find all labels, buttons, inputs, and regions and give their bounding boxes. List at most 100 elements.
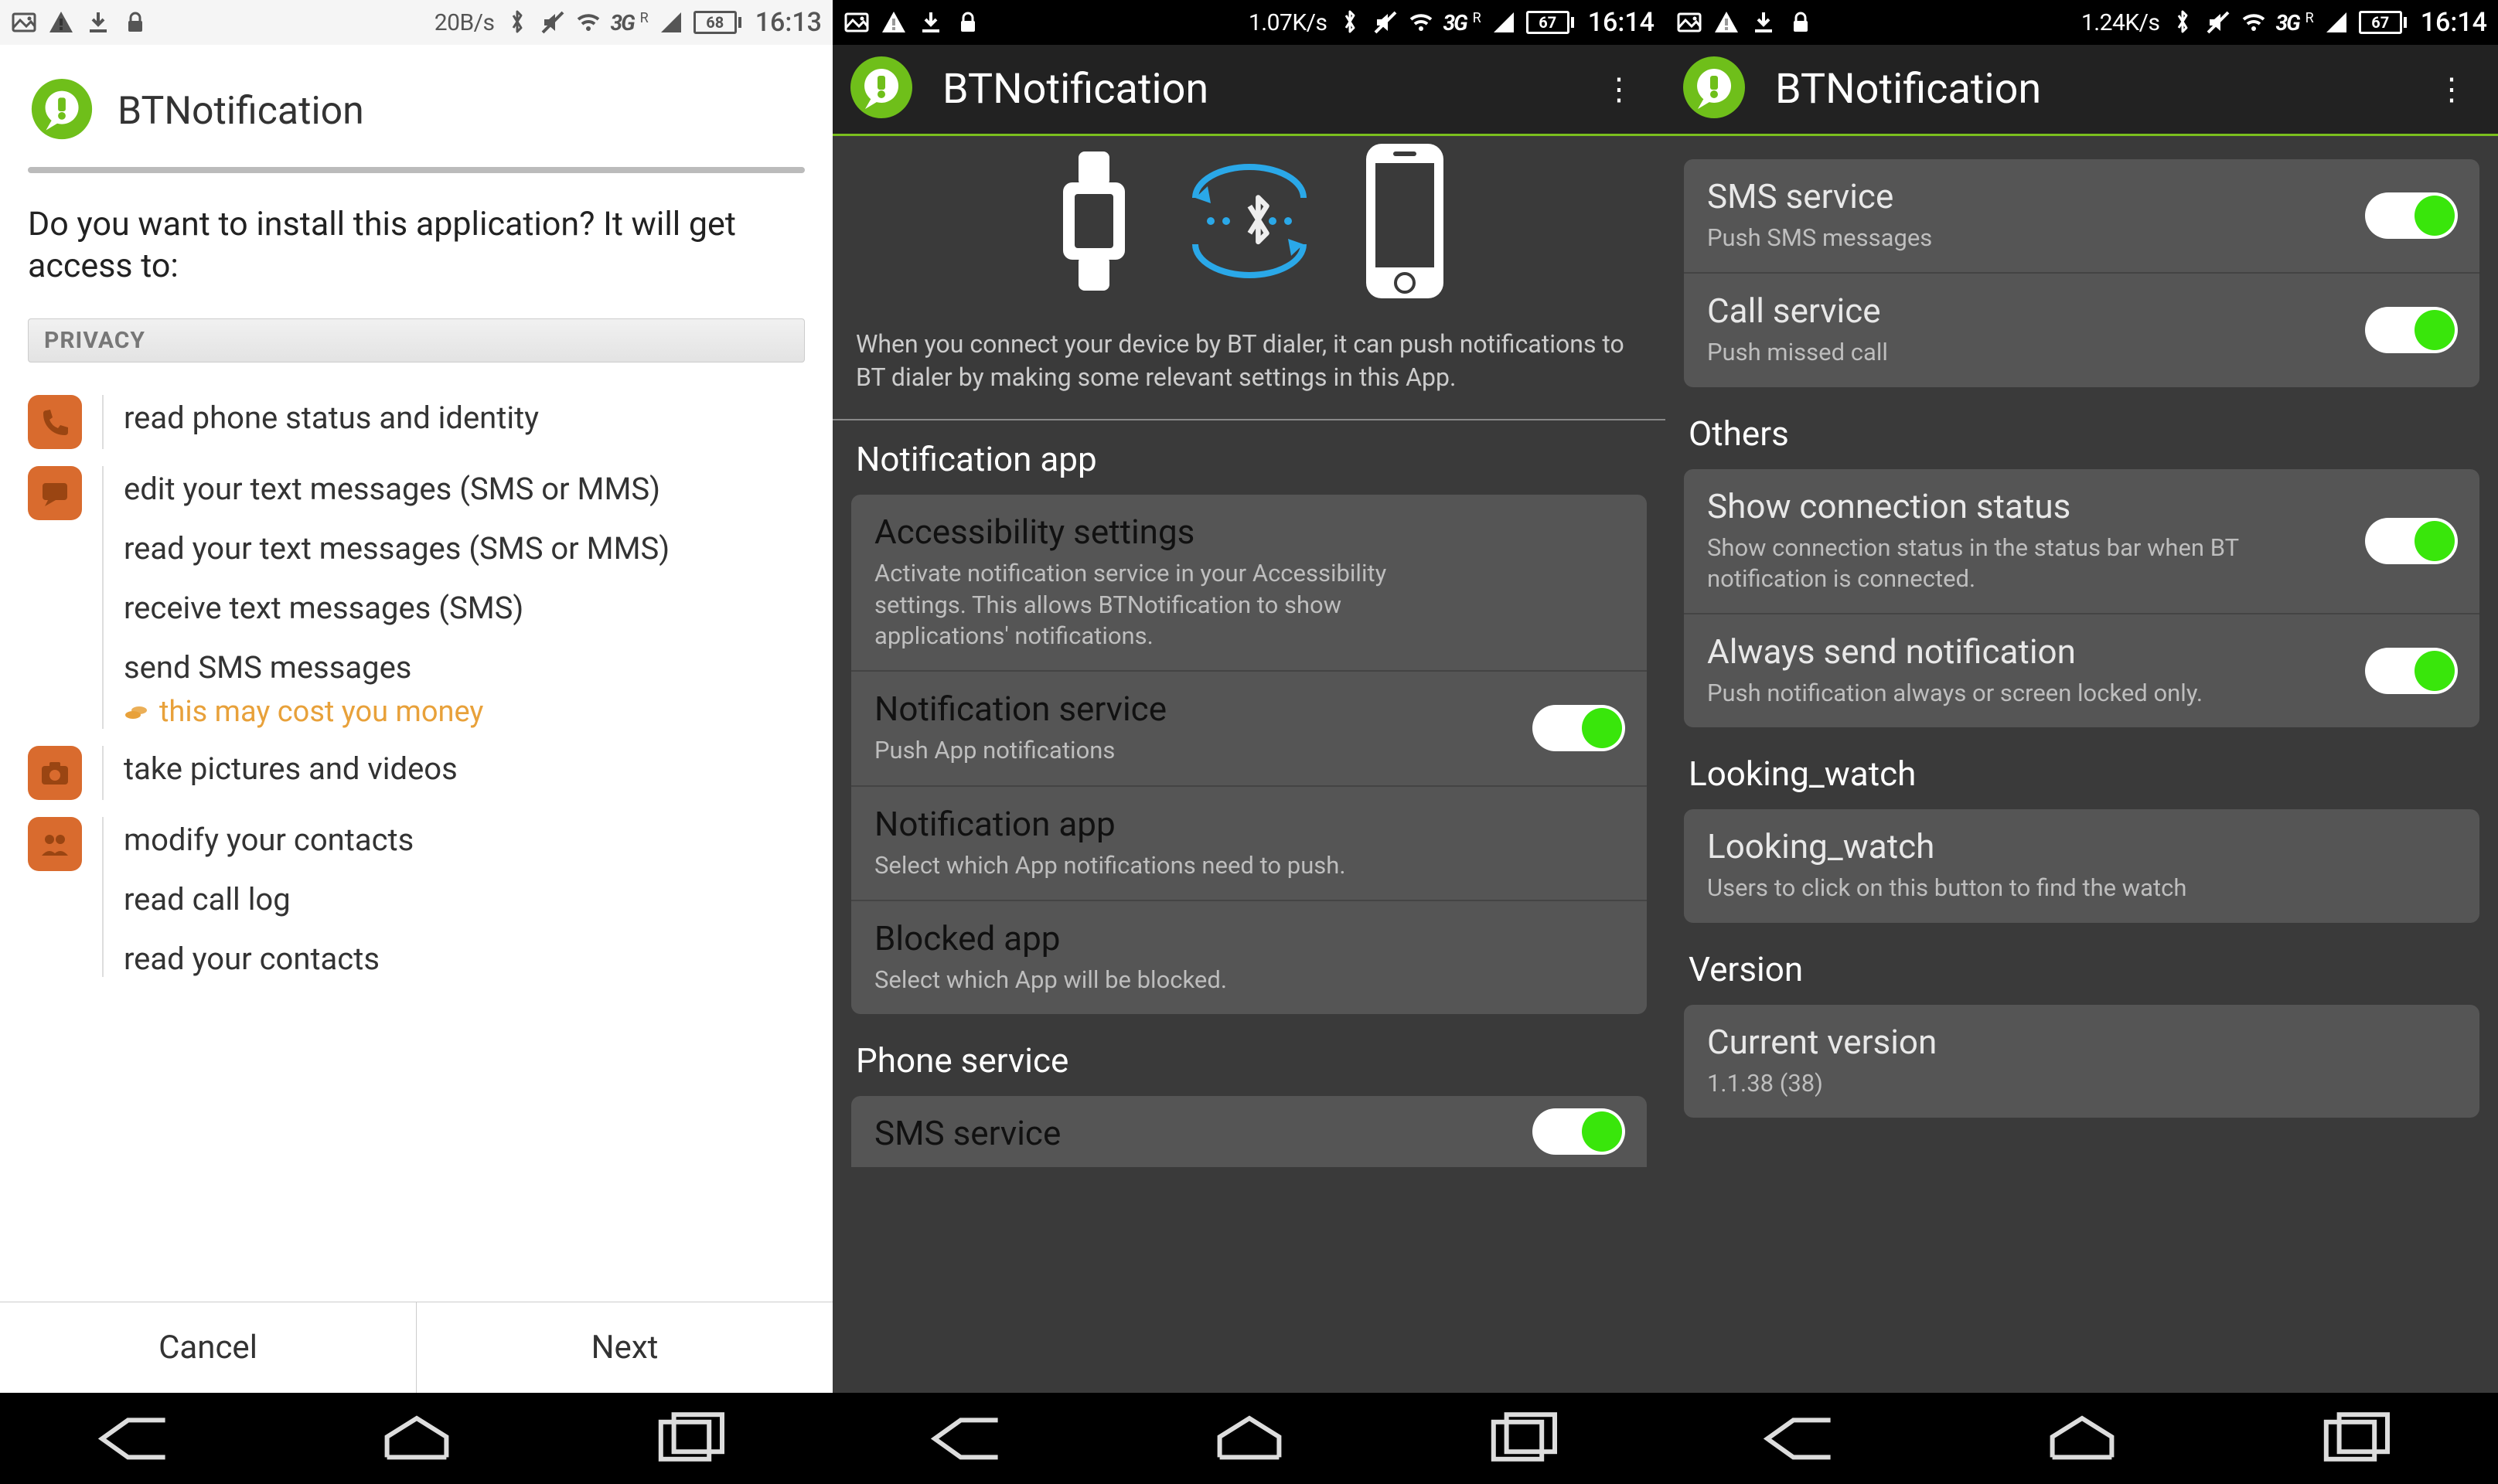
perm-line: read call log	[124, 881, 805, 917]
mute-icon	[540, 9, 566, 36]
perm-line: edit your text messages (SMS or MMS)	[124, 471, 805, 507]
gallery-icon	[1676, 9, 1702, 36]
nav-recent-button[interactable]	[648, 1415, 741, 1462]
row-blocked-app[interactable]: Blocked app Select which App will be blo…	[851, 900, 1647, 1014]
status-bar: 1.24K/s 3G R 67 16:14	[1665, 0, 2498, 45]
perm-line: modify your contacts	[124, 822, 805, 858]
perm-line: send SMS messages	[124, 649, 805, 686]
row-sms-service-peek[interactable]: SMS service	[851, 1096, 1647, 1167]
perm-line: take pictures and videos	[124, 751, 805, 787]
action-bar: BTNotification ⋮	[833, 45, 1665, 136]
app-icon	[847, 55, 916, 124]
roaming-indicator: R	[640, 10, 649, 26]
battery-indicator: 67	[1526, 11, 1574, 34]
nav-back-button[interactable]	[925, 1415, 1018, 1462]
net-speed: 20B/s	[435, 9, 495, 36]
perm-line: receive text messages (SMS)	[124, 590, 805, 626]
divider	[28, 167, 805, 173]
contacts-icon	[28, 817, 82, 871]
perm-group-camera: take pictures and videos	[0, 729, 833, 800]
clock: 16:14	[2421, 7, 2487, 38]
row-notification-app[interactable]: Notification app Select which App notifi…	[851, 785, 1647, 900]
lock-icon	[955, 9, 981, 36]
battery-indicator: 68	[694, 11, 741, 34]
status-bar: 20B/s 3G R 68 16:13	[0, 0, 833, 45]
roaming-indicator: R	[2305, 10, 2314, 26]
app-icon	[1679, 55, 1749, 124]
row-notification-service[interactable]: Notification service Push App notificati…	[851, 670, 1647, 785]
row-sms-service[interactable]: SMS service Push SMS messages	[1684, 159, 2479, 272]
warning-icon	[881, 9, 907, 36]
bluetooth-icon	[1337, 9, 1363, 36]
toggle-sms-service[interactable]	[2365, 192, 2458, 239]
nav-home-button[interactable]	[2036, 1415, 2128, 1462]
cancel-button[interactable]: Cancel	[0, 1302, 416, 1393]
nav-back-button[interactable]	[1758, 1415, 1851, 1462]
download-icon	[918, 9, 944, 36]
download-icon	[85, 9, 111, 36]
row-always-send[interactable]: Always send notification Push notificati…	[1684, 613, 2479, 727]
nav-recent-button[interactable]	[1481, 1415, 1573, 1462]
sms-icon	[28, 466, 82, 520]
perm-line: read phone status and identity	[124, 400, 805, 436]
lock-icon	[122, 9, 148, 36]
bluetooth-icon	[504, 9, 530, 36]
screen-settings-top: 1.07K/s 3G R 67 16:14 BTNotification ⋮	[833, 0, 1665, 1484]
net-speed: 1.07K/s	[1249, 9, 1327, 36]
nav-recent-button[interactable]	[2313, 1415, 2406, 1462]
section-others: Others	[1665, 395, 2498, 469]
warning-icon	[1713, 9, 1740, 36]
hero-illustration	[833, 136, 1665, 317]
section-version: Version	[1665, 931, 2498, 1005]
section-notification-app: Notification app	[833, 420, 1665, 495]
nav-back-button[interactable]	[93, 1415, 186, 1462]
section-looking-watch: Looking_watch	[1665, 735, 2498, 809]
action-bar-title: BTNotification	[942, 65, 1208, 114]
hero-text: When you connect your device by BT diale…	[833, 317, 1665, 408]
toggle-call-service[interactable]	[2365, 307, 2458, 353]
nav-bar	[833, 1393, 1665, 1484]
screen-install: 20B/s 3G R 68 16:13 BTNotification Do yo…	[0, 0, 833, 1484]
phone-icon	[28, 395, 82, 449]
next-button[interactable]: Next	[416, 1302, 833, 1393]
gallery-icon	[11, 9, 37, 36]
signal-icon	[658, 9, 684, 36]
toggle-connection-status[interactable]	[2365, 518, 2458, 564]
toggle-sms-service[interactable]	[1532, 1108, 1625, 1155]
clock: 16:14	[1588, 7, 1655, 38]
toggle-notification-service[interactable]	[1532, 705, 1625, 751]
row-connection-status[interactable]: Show connection status Show connection s…	[1684, 469, 2479, 614]
perm-group-sms: edit your text messages (SMS or MMS) rea…	[0, 449, 833, 729]
wifi-icon	[2241, 9, 2267, 36]
status-bar: 1.07K/s 3G R 67 16:14	[833, 0, 1665, 45]
perm-line: read your contacts	[124, 941, 805, 977]
install-app-name: BTNotification	[118, 89, 364, 134]
signal-icon	[1491, 9, 1517, 36]
overflow-menu-button[interactable]: ⋮	[1597, 71, 1642, 107]
signal-icon	[2323, 9, 2350, 36]
wifi-icon	[1408, 9, 1434, 36]
toggle-always-send[interactable]	[2365, 648, 2458, 694]
section-phone-service: Phone service	[833, 1022, 1665, 1096]
overflow-menu-button[interactable]: ⋮	[2430, 71, 2475, 107]
action-bar: BTNotification ⋮	[1665, 45, 2498, 136]
permissions-header: PRIVACY	[28, 318, 805, 362]
warning-icon	[48, 9, 74, 36]
section-phone-service: Phone service	[1665, 136, 2498, 159]
clock: 16:13	[755, 7, 822, 38]
nav-home-button[interactable]	[370, 1415, 463, 1462]
network-type: 3G	[1443, 10, 1467, 36]
nav-home-button[interactable]	[1203, 1415, 1296, 1462]
row-accessibility[interactable]: Accessibility settings Activate notifica…	[851, 495, 1647, 670]
row-version[interactable]: Current version 1.1.38 (38)	[1684, 1005, 2479, 1118]
download-icon	[1750, 9, 1777, 36]
perm-line: read your text messages (SMS or MMS)	[124, 530, 805, 567]
row-call-service[interactable]: Call service Push missed call	[1684, 272, 2479, 386]
row-looking-watch[interactable]: Looking_watch Users to click on this but…	[1684, 809, 2479, 922]
gallery-icon	[843, 9, 870, 36]
network-type: 3G	[2276, 10, 2299, 36]
mute-icon	[2205, 9, 2231, 36]
net-speed: 1.24K/s	[2081, 9, 2160, 36]
perm-group-contacts: modify your contacts read call log read …	[0, 800, 833, 977]
app-icon	[28, 77, 96, 145]
